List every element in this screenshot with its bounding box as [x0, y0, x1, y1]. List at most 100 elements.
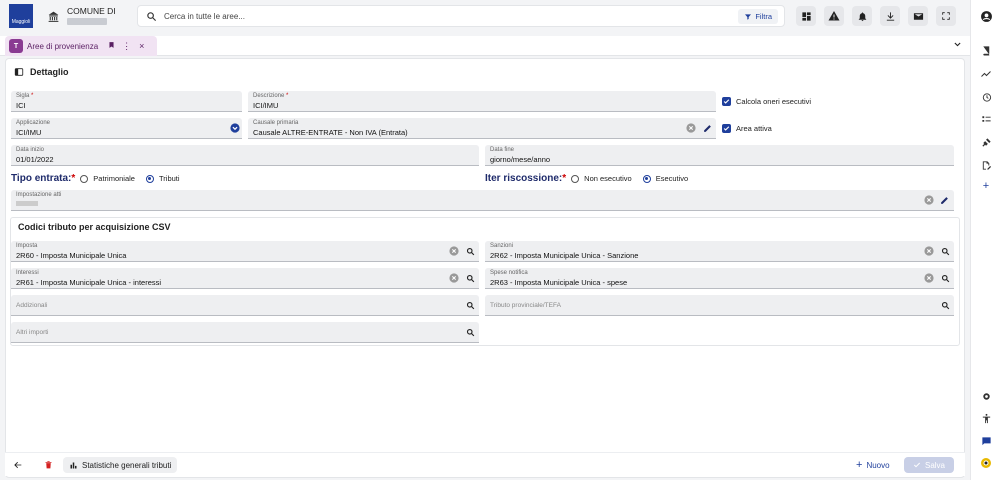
- data-inizio-value: 01/01/2022: [16, 155, 54, 164]
- settings-icon[interactable]: [978, 388, 994, 404]
- tab-close-icon[interactable]: ×: [139, 41, 144, 51]
- filter-button[interactable]: Filtra: [738, 9, 778, 24]
- comune-name-redacted: [67, 18, 107, 25]
- global-search[interactable]: Cerca in tutte le aree... Filtra: [137, 5, 785, 27]
- impostazione-atti-field[interactable]: Impostazione atti: [11, 190, 954, 211]
- data-inizio-field[interactable]: Data inizio 01/01/2022: [11, 145, 479, 166]
- warning-icon: [828, 11, 840, 21]
- descrizione-label-text: Descrizione: [253, 93, 285, 99]
- book-icon[interactable]: [978, 42, 994, 58]
- sigla-field[interactable]: Sigla * ICI: [11, 91, 242, 112]
- tab-aree-di-provenienza[interactable]: T Aree di provenienza ⋮ ×: [5, 36, 157, 56]
- causale-label: Causale primaria: [253, 120, 299, 126]
- edit-doc-icon[interactable]: [978, 157, 994, 173]
- checklist-icon[interactable]: [978, 111, 994, 127]
- tab-label: Aree di provenienza: [27, 41, 99, 51]
- calcola-oneri-checkbox[interactable]: Calcola oneri esecutivi: [722, 97, 811, 106]
- iter-riscossione-group: Iter riscossione:* Non esecutivo Esecuti…: [485, 173, 694, 184]
- applicazione-select[interactable]: Applicazione ICI/IMU: [11, 118, 242, 139]
- edit-icon[interactable]: [701, 122, 713, 134]
- bookmark-icon[interactable]: [108, 41, 115, 51]
- sanzioni-field[interactable]: Sanzioni 2R62 - Imposta Municipale Unica…: [485, 241, 954, 262]
- bell-icon: [858, 11, 866, 21]
- esecutivo-label: Esecutivo: [655, 174, 689, 183]
- spese-notifica-field[interactable]: Spese notifica 2R63 - Imposta Municipale…: [485, 268, 954, 289]
- interessi-field[interactable]: Interessi 2R61 - Imposta Municipale Unic…: [11, 268, 479, 289]
- clear-icon[interactable]: [923, 194, 935, 206]
- warning-button[interactable]: [824, 6, 844, 26]
- support-icon[interactable]: [978, 455, 994, 471]
- spese-label: Spese notifica: [490, 270, 528, 276]
- radio-tributi[interactable]: [145, 174, 154, 183]
- spese-value: 2R63 - Imposta Municipale Unica - spese: [490, 278, 628, 287]
- clear-icon[interactable]: [685, 122, 697, 134]
- tributo-provinciale-field[interactable]: Tributo provinciale/TEFA: [485, 295, 954, 316]
- back-button[interactable]: [13, 457, 23, 473]
- altri-importi-field[interactable]: Altri importi: [11, 322, 479, 343]
- dropdown-icon[interactable]: [229, 122, 241, 134]
- history-icon[interactable]: [978, 89, 994, 105]
- required-marker: *: [71, 173, 76, 184]
- clear-icon[interactable]: [448, 245, 460, 257]
- descrizione-value: ICI/IMU: [253, 101, 279, 110]
- download-button[interactable]: [880, 6, 900, 26]
- tipo-entrata-group: Tipo entrata:* Patrimoniale Tributi: [11, 173, 186, 184]
- data-inizio-label: Data inizio: [16, 147, 45, 153]
- sanzioni-label: Sanzioni: [490, 243, 514, 249]
- dashboard-icon: [801, 11, 811, 21]
- delete-button[interactable]: [44, 457, 53, 473]
- fullscreen-icon: [942, 12, 950, 20]
- radio-patrimoniale[interactable]: [80, 174, 89, 183]
- search-icon[interactable]: [939, 272, 951, 284]
- clear-icon[interactable]: [448, 272, 460, 284]
- fullscreen-button[interactable]: [936, 6, 956, 26]
- salva-button[interactable]: Salva: [904, 457, 954, 473]
- salva-label: Salva: [924, 460, 945, 470]
- add-icon[interactable]: +: [978, 178, 994, 194]
- notifications-button[interactable]: [852, 6, 872, 26]
- data-fine-label: Data fine: [490, 147, 515, 153]
- addizionali-field[interactable]: Addizionali: [11, 295, 479, 316]
- non-esecutivo-label: Non esecutivo: [584, 174, 632, 183]
- mail-button[interactable]: [908, 6, 928, 26]
- bar-chart-icon: [70, 462, 77, 468]
- causale-primaria-field[interactable]: Causale primaria Causale ALTRE-ENTRATE -…: [248, 118, 716, 139]
- search-icon[interactable]: [464, 299, 476, 311]
- accessibility-icon[interactable]: [978, 410, 994, 426]
- impostazione-value-redacted: [16, 201, 38, 206]
- statistiche-button[interactable]: Statistiche generali tributi: [63, 457, 178, 473]
- search-icon[interactable]: [464, 245, 476, 257]
- section-title: Dettaglio: [30, 67, 69, 77]
- tributo-placeholder: Tributo provinciale/TEFA: [490, 302, 561, 309]
- search-icon: [146, 11, 157, 24]
- radio-esecutivo[interactable]: [642, 174, 651, 183]
- area-attiva-checkbox[interactable]: Area attiva: [722, 124, 772, 133]
- tipo-entrata-title-text: Tipo entrata:: [11, 173, 72, 184]
- dashboard-button[interactable]: [796, 6, 816, 26]
- sanzioni-value: 2R62 - Imposta Municipale Unica - Sanzio…: [490, 251, 639, 260]
- tab-menu-icon[interactable]: ⋮: [122, 41, 131, 52]
- home-icon[interactable]: [44, 7, 62, 25]
- search-icon[interactable]: [464, 272, 476, 284]
- descrizione-field[interactable]: Descrizione * ICI/IMU: [248, 91, 716, 112]
- imposta-field[interactable]: Imposta 2R60 - Imposta Municipale Unica: [11, 241, 479, 262]
- search-icon[interactable]: [464, 326, 476, 338]
- radio-non-esecutivo[interactable]: [571, 174, 580, 183]
- edit-icon[interactable]: [938, 194, 950, 206]
- account-icon[interactable]: [978, 8, 994, 24]
- imposta-value: 2R60 - Imposta Municipale Unica: [16, 251, 127, 260]
- right-sidebar: +: [970, 0, 1000, 480]
- search-icon[interactable]: [939, 245, 951, 257]
- plug-icon[interactable]: [978, 134, 994, 150]
- clear-icon[interactable]: [923, 245, 935, 257]
- chat-icon[interactable]: [978, 433, 994, 449]
- sidebar-toggle-icon[interactable]: [14, 67, 24, 77]
- trend-icon[interactable]: [978, 66, 994, 82]
- altri-placeholder: Altri importi: [16, 329, 49, 336]
- data-fine-field[interactable]: Data fine giorno/mese/anno: [485, 145, 954, 166]
- search-icon[interactable]: [939, 299, 951, 311]
- clear-icon[interactable]: [923, 272, 935, 284]
- nuovo-button[interactable]: + Nuovo: [850, 457, 896, 473]
- maggioli-logo: Maggioli: [9, 4, 33, 28]
- chevron-down-icon[interactable]: [953, 40, 962, 51]
